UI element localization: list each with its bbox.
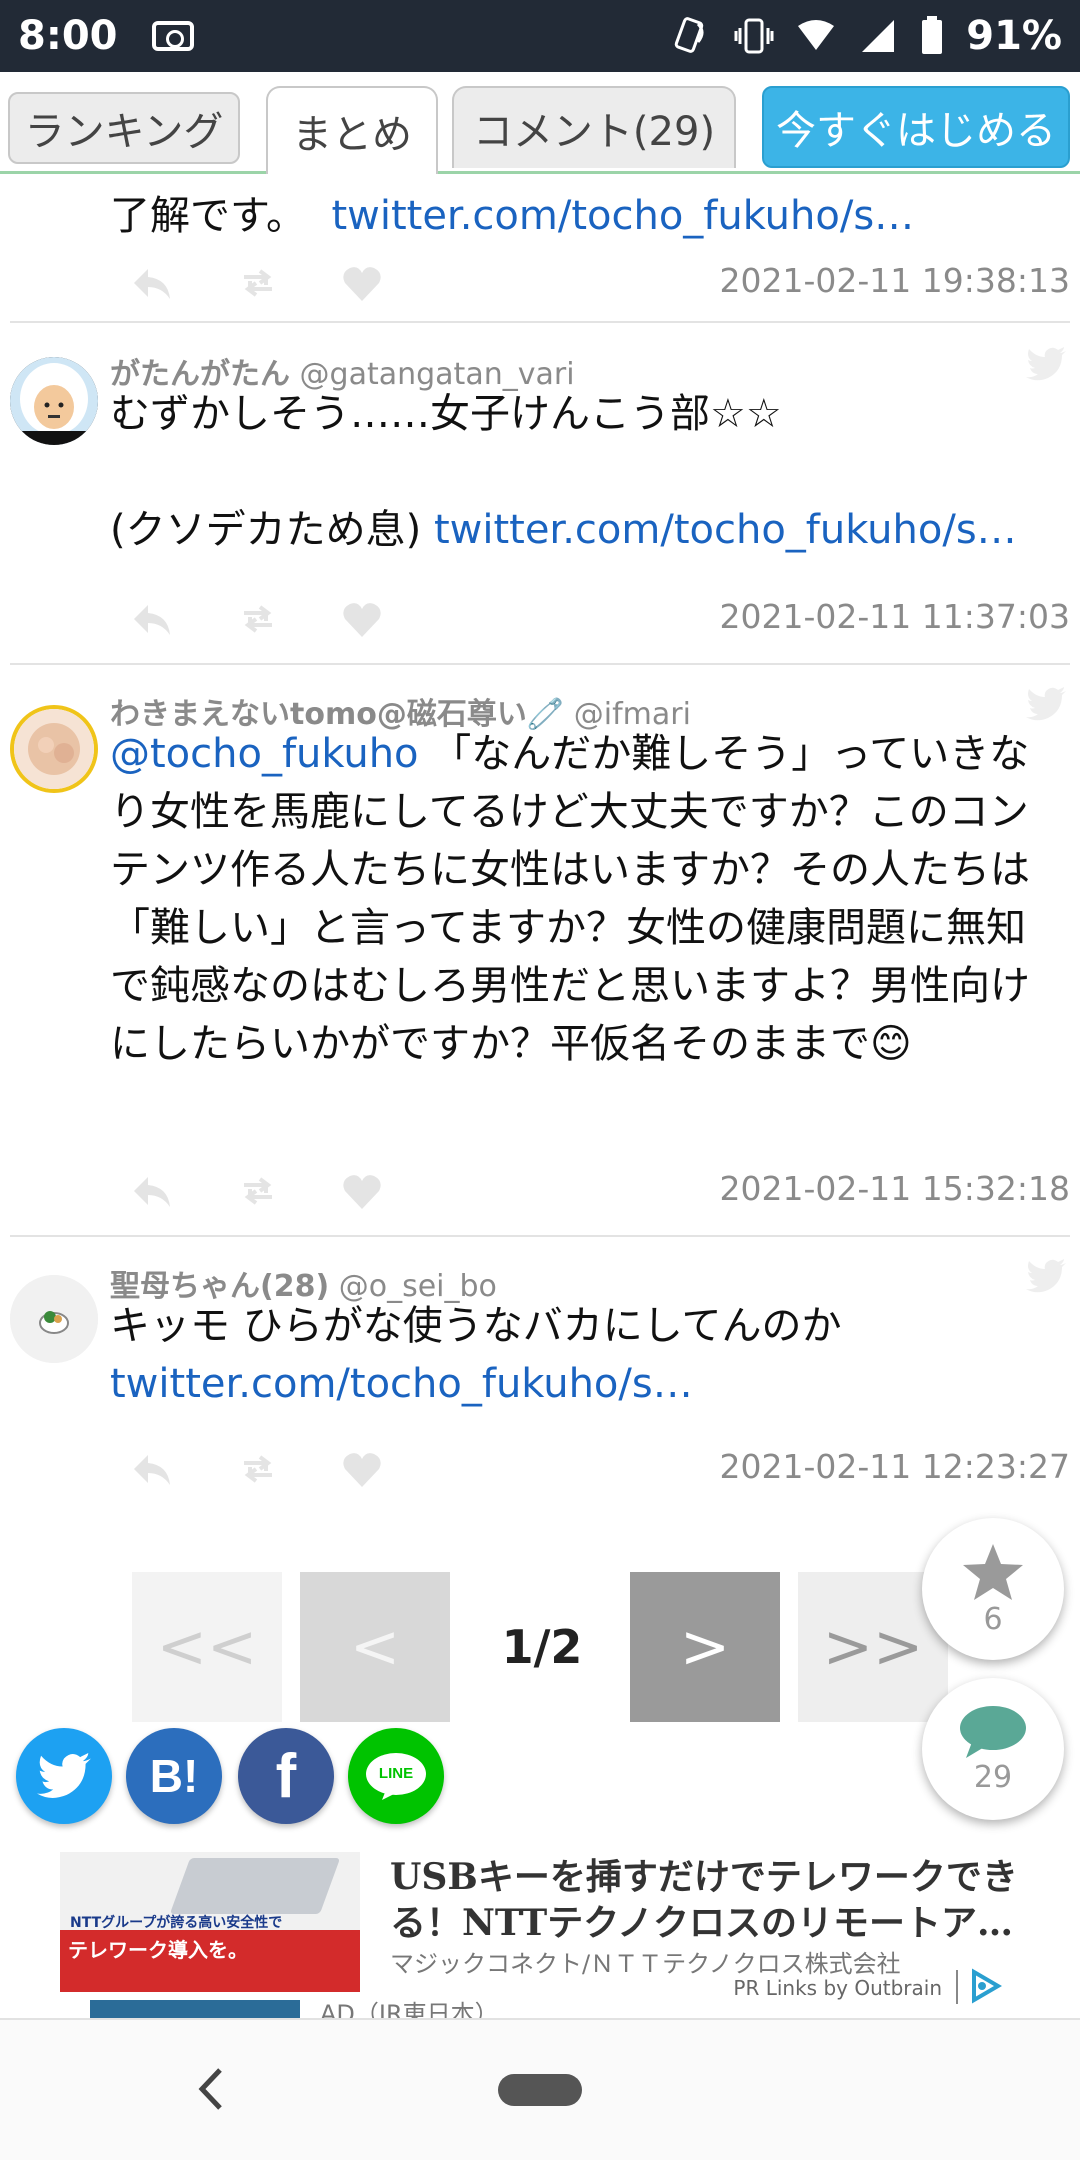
retweet-icon[interactable] xyxy=(236,1171,280,1211)
signal-icon xyxy=(862,20,895,52)
favorite-button[interactable]: 6 xyxy=(922,1518,1064,1660)
tab-ranking[interactable]: ランキング xyxy=(8,92,240,164)
reply-icon[interactable] xyxy=(130,263,174,303)
adchoices-icon[interactable] xyxy=(968,1968,1004,2004)
ad-image xyxy=(90,2000,300,2018)
home-pill[interactable] xyxy=(498,2074,582,2106)
tweet-text: キッモ ひらがな使うなバカにしてんのか xyxy=(110,1303,842,1349)
ad-image-headline: テレワーク導入を。 xyxy=(68,1938,248,1962)
twitter-bird-icon xyxy=(37,1753,91,1798)
retweet-icon[interactable] xyxy=(236,599,280,639)
tweet-timestamp: 2021-02-11 12:23:27 xyxy=(719,1447,1070,1486)
comment-count: 29 xyxy=(973,1759,1013,1795)
camera-icon xyxy=(151,21,194,51)
avatar-image xyxy=(10,1275,98,1363)
outbrain-ad[interactable]: NTTグループが誇る高い安全性で テレワーク導入を。 USBキーを挿すだけでテレ… xyxy=(60,1852,1020,2014)
divider xyxy=(10,663,1070,665)
retweet-icon[interactable] xyxy=(236,1449,280,1489)
tweet-link[interactable]: twitter.com/tocho_fukuho/s… xyxy=(110,1355,1070,1413)
divider xyxy=(956,1970,958,2004)
tweet-mention[interactable]: @tocho_fukuho xyxy=(110,731,419,777)
ad-image-banner: テレワーク導入を。 xyxy=(60,1930,360,1992)
tweet-card: がたんがたん @gatangatan_vari むずかしそう……女子けんこう部☆… xyxy=(0,327,1080,667)
divider xyxy=(10,1235,1070,1237)
avatar[interactable] xyxy=(10,1275,98,1363)
back-icon[interactable] xyxy=(190,2064,230,2114)
ad-image[interactable]: NTTグループが誇る高い安全性で テレワーク導入を。 xyxy=(60,1852,360,1992)
system-nav-bar xyxy=(0,2018,1080,2160)
line-icon: LINE xyxy=(364,1752,428,1800)
hatena-share-button[interactable]: B! xyxy=(126,1728,222,1824)
avatar[interactable] xyxy=(10,705,98,793)
avatar-image xyxy=(10,357,98,445)
like-icon[interactable] xyxy=(340,1171,384,1211)
comments-button[interactable]: 29 xyxy=(922,1678,1064,1820)
tweet-link[interactable]: twitter.com/tocho_fukuho/s… xyxy=(331,193,914,239)
nfc-icon xyxy=(675,17,704,53)
facebook-share-button[interactable]: f xyxy=(238,1728,334,1824)
tweet-timestamp: 2021-02-11 19:38:13 xyxy=(719,261,1070,300)
tweet-body: むずかしそう……女子けんこう部☆☆ (クソデカため息) twitter.com/… xyxy=(110,385,1070,559)
reply-icon[interactable] xyxy=(130,1171,174,1211)
twitter-bird-icon[interactable] xyxy=(1026,687,1066,721)
reply-icon[interactable] xyxy=(130,599,174,639)
tweet-body: 了解です。 twitter.com/tocho_fukuho/s… xyxy=(110,187,1070,245)
vibrate-icon xyxy=(734,18,774,54)
ad-image-caption: NTTグループが誇る高い安全性で xyxy=(70,1915,283,1931)
like-icon[interactable] xyxy=(340,1449,384,1489)
pagination: << < 1/2 > >> xyxy=(132,1572,952,1722)
ad-sponsor: マジックコネクト/ＮＴＴテクノクロス株式会社 xyxy=(390,1950,901,1978)
page-indicator: 1/2 xyxy=(501,1620,583,1674)
tweet-actions xyxy=(130,1449,430,1493)
tab-comment[interactable]: コメント(29) xyxy=(452,86,736,168)
reply-icon[interactable] xyxy=(130,1449,174,1489)
first-page-button[interactable]: << xyxy=(132,1572,282,1722)
tweet-card: わきまえないtomo@磁石尊い🧷 @ifmari @tocho_fukuho 「… xyxy=(0,667,1080,1239)
battery-icon xyxy=(922,16,943,54)
status-bar: 8:00 91% xyxy=(0,0,1080,72)
ad-label: AD（JR東日本） xyxy=(320,2000,499,2018)
wifi-icon xyxy=(798,20,835,50)
start-now-button[interactable]: 今すぐはじめる xyxy=(762,86,1070,168)
tweet-timestamp: 2021-02-11 15:32:18 xyxy=(719,1169,1070,1208)
tweet-text: 了解です。 xyxy=(110,193,306,239)
avatar[interactable] xyxy=(10,357,98,445)
tweet-actions xyxy=(130,263,430,307)
tweet-body: キッモ ひらがな使うなバカにしてんのか twitter.com/tocho_fu… xyxy=(110,1297,1070,1413)
tweet-text: 「なんだか難しそう」っていきなり女性を馬鹿にしてるけど大丈夫ですか？このコンテン… xyxy=(110,731,1030,1067)
avatar-image xyxy=(14,709,94,789)
laptop-image xyxy=(169,1858,341,1914)
line-label: LINE xyxy=(378,1765,414,1782)
twitter-bird-icon[interactable] xyxy=(1026,1259,1066,1293)
ad-provider[interactable]: PR Links by Outbrain xyxy=(733,1976,942,2000)
next-page-button[interactable]: > xyxy=(630,1572,780,1722)
tweet-text: (クソデカため息) xyxy=(110,507,422,553)
tweet-link[interactable]: twitter.com/tocho_fukuho/s… xyxy=(434,507,1017,553)
like-icon[interactable] xyxy=(340,263,384,303)
twitter-bird-icon[interactable] xyxy=(1026,347,1066,381)
tab-bar: ランキング まとめ コメント(29) 今すぐはじめる xyxy=(0,72,1080,174)
clock: 8:00 xyxy=(18,13,118,59)
tweet-text: むずかしそう……女子けんこう部☆☆ xyxy=(110,391,782,437)
line-share-button[interactable]: LINE xyxy=(348,1728,444,1824)
twitter-share-button[interactable] xyxy=(16,1728,112,1824)
tweet-actions xyxy=(130,1171,430,1215)
like-icon[interactable] xyxy=(340,599,384,639)
tweet-card: 聖母ちゃん(28) @o_sei_bo キッモ ひらがな使うなバカにしてんのか … xyxy=(0,1239,1080,1499)
divider xyxy=(10,321,1070,323)
comment-bubble-icon xyxy=(960,1705,1026,1758)
retweet-icon[interactable] xyxy=(236,263,280,303)
next-ad-peek: AD（JR東日本） xyxy=(60,2000,1020,2018)
favorite-count: 6 xyxy=(983,1601,1003,1637)
tweet-timestamp: 2021-02-11 11:37:03 xyxy=(719,597,1070,636)
tab-matome[interactable]: まとめ xyxy=(266,86,438,174)
prev-page-button[interactable]: < xyxy=(300,1572,450,1722)
ad-title[interactable]: USBキーを挿すだけでテレワークできる！NTTテクノクロスのリモートア… xyxy=(390,1854,1030,1946)
tweet-card: 了解です。 twitter.com/tocho_fukuho/s… 2021-0… xyxy=(0,177,1080,327)
tweet-actions xyxy=(130,599,430,643)
star-icon xyxy=(963,1543,1023,1600)
battery-percent: 91% xyxy=(966,13,1062,59)
tweet-body: @tocho_fukuho 「なんだか難しそう」っていきなり女性を馬鹿にしてるけ… xyxy=(110,725,1040,1073)
